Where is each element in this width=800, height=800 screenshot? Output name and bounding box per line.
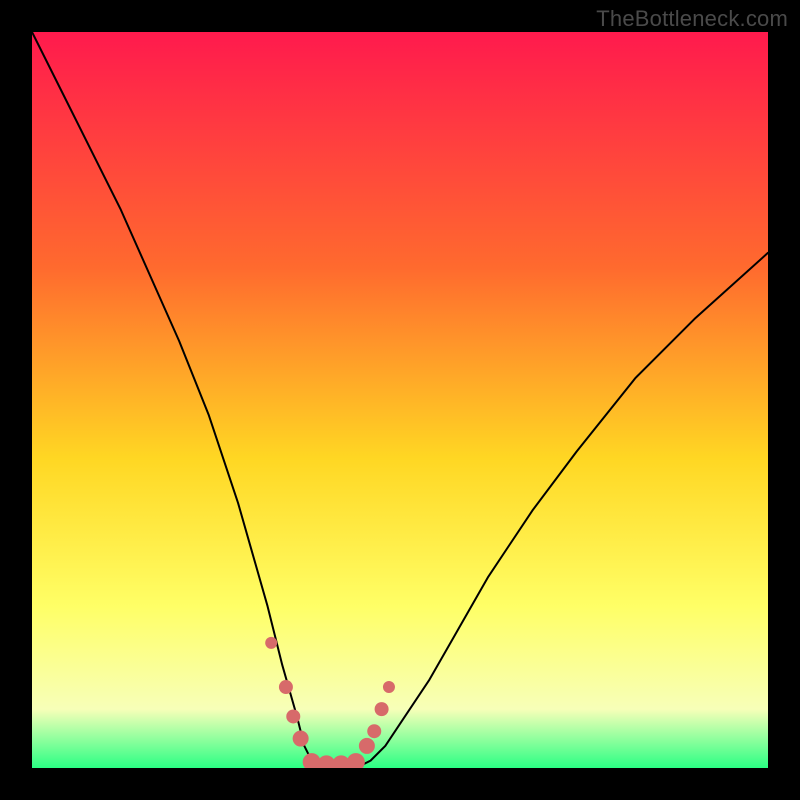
chart-frame: TheBottleneck.com — [0, 0, 800, 800]
curve-marker — [375, 702, 389, 716]
plot-area — [32, 32, 768, 768]
watermark-text: TheBottleneck.com — [596, 6, 788, 32]
curve-marker — [383, 681, 395, 693]
curve-marker — [367, 724, 381, 738]
curve-marker — [293, 731, 309, 747]
curve-marker — [359, 738, 375, 754]
curve-layer — [32, 32, 768, 768]
curve-marker — [279, 680, 293, 694]
curve-marker — [286, 709, 300, 723]
curve-marker — [347, 753, 365, 768]
bottleneck-curve — [32, 32, 768, 768]
curve-marker — [265, 637, 277, 649]
